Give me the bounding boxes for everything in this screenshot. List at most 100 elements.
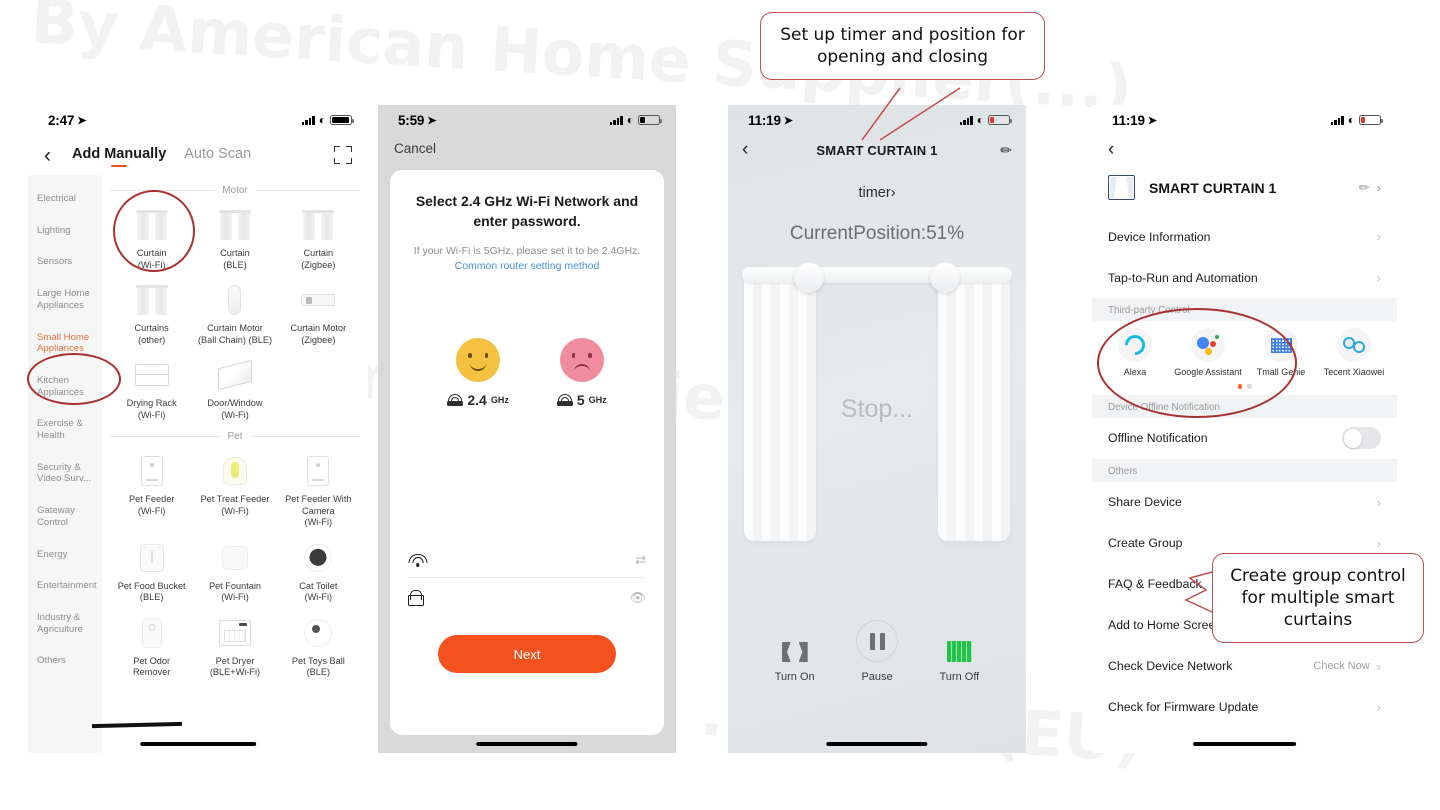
- tab-auto-scan[interactable]: Auto Scan: [184, 146, 251, 164]
- location-arrow-icon: ➤: [427, 114, 437, 127]
- category-item[interactable]: Exercise & Health: [28, 408, 102, 451]
- category-item[interactable]: Energy: [28, 539, 102, 571]
- pause-button[interactable]: Pause: [856, 620, 899, 683]
- eye-off-icon[interactable]: 👁: [629, 590, 646, 606]
- category-item[interactable]: Small Home Appliances: [28, 322, 102, 365]
- category-label: Gateway Control: [37, 505, 75, 528]
- device-tile-label: Pet Treat Feeder (Wi-Fi): [200, 494, 270, 516]
- pet-fountain-icon: [215, 538, 255, 578]
- pet-odor-icon: [132, 613, 172, 653]
- pet-food-bucket-icon: [132, 538, 172, 578]
- third-party-item[interactable]: Alexa: [1100, 328, 1170, 378]
- device-tile-label: Pet Fountain (Wi-Fi): [208, 580, 262, 603]
- curtain-icon: [132, 280, 172, 320]
- device-tile[interactable]: Curtains (other): [110, 275, 193, 350]
- category-item[interactable]: Sensors: [28, 246, 102, 278]
- turn-on-button[interactable]: Turn On: [775, 642, 815, 683]
- back-button[interactable]: ‹: [44, 145, 72, 166]
- device-tile[interactable]: Pet Fountain (Wi-Fi): [193, 533, 276, 608]
- scan-frame-icon[interactable]: [334, 146, 352, 164]
- offline-notification-toggle[interactable]: [1342, 427, 1381, 450]
- curtain-visual[interactable]: Stop...: [728, 262, 1026, 557]
- device-tile-label: Cat Toilet (Wi-Fi): [299, 580, 338, 603]
- status-bar: 2:47 ➤ ◐: [28, 105, 368, 135]
- category-item[interactable]: Gateway Control: [28, 495, 102, 538]
- turn-off-button[interactable]: Turn Off: [940, 641, 979, 683]
- pencil-icon[interactable]: ✏: [1359, 180, 1370, 196]
- device-tile[interactable]: Curtain Motor (Ball Chain) (BLE): [193, 275, 276, 350]
- slider-handle-right[interactable]: [930, 262, 960, 292]
- device-tile[interactable]: Pet Feeder With Camera (Wi-Fi): [277, 446, 360, 533]
- pet-dryer-icon: [215, 613, 255, 653]
- settings-row[interactable]: Check Device Network Check Now ›: [1092, 645, 1397, 687]
- device-tile[interactable]: Curtain (BLE): [193, 200, 276, 275]
- router-setting-link[interactable]: Common router setting method: [408, 260, 646, 272]
- category-label: Entertainment: [37, 580, 97, 592]
- wifi-icon: ◐: [1347, 113, 1355, 127]
- current-position-text: CurrentPosition:51%: [789, 223, 965, 244]
- category-item[interactable]: Lighting: [28, 215, 102, 247]
- device-tile[interactable]: Cat Toilet (Wi-Fi): [277, 533, 360, 608]
- door-window-icon: [215, 355, 255, 395]
- device-tile[interactable]: Curtain (Wi-Fi): [110, 200, 193, 275]
- category-item[interactable]: Kitchen Appliances: [28, 365, 102, 408]
- settings-row[interactable]: Device Information ›: [1092, 216, 1397, 257]
- settings-row-label: Check Device Network: [1108, 659, 1233, 674]
- battery-icon: [988, 114, 1013, 126]
- wifi-icon: ◐: [976, 113, 984, 127]
- device-tile[interactable]: Pet Dryer (BLE+Wi-Fi): [193, 608, 276, 683]
- pet-feeder-camera-icon: [298, 451, 338, 491]
- third-party-item[interactable]: Tecent Xiaowei: [1319, 328, 1389, 378]
- turn-on-label: Turn On: [774, 671, 815, 683]
- category-item[interactable]: Large Home Appliances: [28, 278, 102, 321]
- offline-notification-row[interactable]: Offline Notification: [1092, 417, 1397, 459]
- device-tile[interactable]: Drying Rack (Wi-Fi): [110, 350, 193, 425]
- password-field[interactable]: 👁: [408, 580, 646, 616]
- device-tile[interactable]: Pet Toys Ball (BLE): [277, 608, 360, 683]
- device-tile[interactable]: Pet Treat Feeder (Wi-Fi): [193, 446, 276, 533]
- settings-row[interactable]: Share Device ›: [1092, 481, 1397, 523]
- back-button[interactable]: ‹: [1092, 135, 1397, 161]
- third-party-label: Google Assistant: [1174, 367, 1242, 377]
- third-party-item[interactable]: Tmall Genie: [1246, 328, 1316, 378]
- third-party-item[interactable]: Google Assistant: [1173, 328, 1243, 378]
- tab-add-manually[interactable]: Add Manually: [72, 146, 166, 164]
- settings-row[interactable]: Tap-to-Run and Automation ›: [1092, 257, 1397, 298]
- switch-network-icon[interactable]: ⇄: [635, 552, 646, 568]
- device-tile[interactable]: Door/Window (Wi-Fi): [193, 350, 276, 425]
- device-tile[interactable]: Pet Feeder (Wi-Fi): [110, 446, 193, 533]
- device-tile[interactable]: Pet Food Bucket (BLE): [110, 533, 193, 608]
- settings-row[interactable]: Check for Firmware Update ›: [1092, 686, 1397, 728]
- category-item[interactable]: Industry & Agriculture: [28, 602, 102, 645]
- timer-link[interactable]: timer›: [728, 185, 1026, 201]
- category-item[interactable]: Entertainment: [28, 570, 102, 602]
- sad-face-icon: [559, 337, 604, 382]
- category-label: Others: [37, 655, 66, 667]
- settings-rows-top: Device Information › Tap-to-Run and Automa…: [1092, 216, 1397, 298]
- cancel-button[interactable]: Cancel: [378, 135, 676, 170]
- band-5-label: 5 GHz: [556, 392, 607, 408]
- category-item[interactable]: Electrical: [28, 183, 102, 215]
- signal-icon: [301, 115, 315, 125]
- category-item[interactable]: Security & Video Surv...: [28, 452, 102, 495]
- category-item[interactable]: Others: [28, 645, 102, 677]
- alexa-icon: [1118, 328, 1152, 362]
- timer-callout: Set up timer and position for opening an…: [760, 12, 1045, 81]
- ssid-field[interactable]: ⇄: [408, 542, 646, 578]
- next-button[interactable]: Next: [438, 635, 616, 673]
- section-title: Pet: [227, 431, 243, 442]
- device-section-grid: Pet Feeder (Wi-Fi) Pet Treat Feeder (Wi-Fi)…: [110, 446, 360, 683]
- curtain-closed-icon: [946, 641, 972, 662]
- category-sidebar[interactable]: Electrical Lighting Sensors Large Home Appl…: [28, 175, 102, 753]
- slider-handle-left[interactable]: [794, 262, 824, 292]
- device-tile[interactable]: Curtain (Zigbee): [277, 200, 360, 275]
- status-bar: 11:19 ➤ ◐: [1092, 105, 1397, 135]
- band-comparison: 2.4 GHz 5 GHz: [408, 337, 646, 408]
- band-24: 2.4 GHz: [447, 337, 509, 408]
- status-time: 11:19: [748, 112, 781, 128]
- device-tile[interactable]: Curtain Motor (Zigbee): [277, 275, 360, 350]
- pencil-icon[interactable]: ✏: [1000, 142, 1012, 159]
- device-header[interactable]: SMART CURTAIN 1 ✏ ›: [1092, 161, 1397, 216]
- curtain-rail-icon: [298, 280, 338, 320]
- device-tile[interactable]: Pet Odor Remover: [110, 608, 193, 683]
